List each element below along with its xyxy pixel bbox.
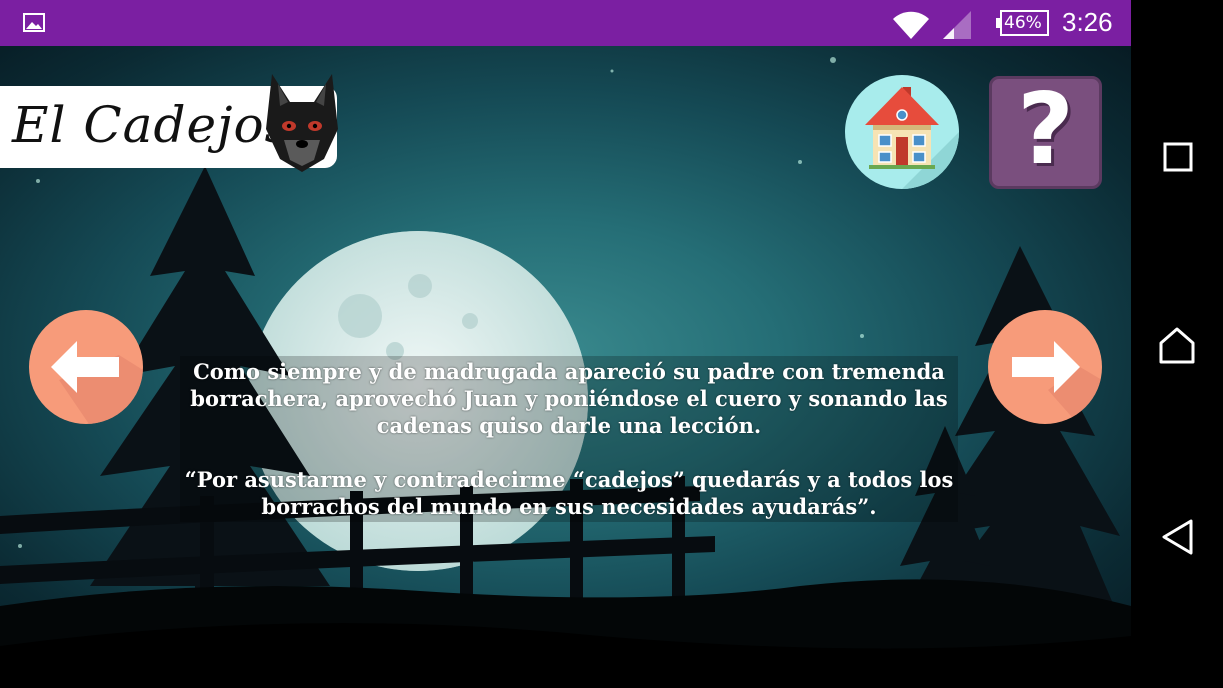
title-badge: El Cadejos	[0, 74, 338, 172]
story-text: Como siempre y de madrugada apareció su …	[180, 358, 958, 520]
story-paragraph-2: “Por asustarme y contradecirme “cadejos”…	[184, 467, 954, 519]
story-title: El Cadejos	[12, 96, 292, 154]
wifi-icon	[893, 11, 929, 39]
recents-icon[interactable]	[1163, 142, 1193, 172]
home-button[interactable]	[845, 75, 959, 189]
clock: 3:26	[1062, 7, 1113, 37]
wolf-icon	[266, 74, 338, 172]
app-screen: 46% 3:26 El Cadejos ? Como siempre y de …	[0, 0, 1223, 688]
house-icon	[865, 87, 959, 189]
next-page-button[interactable]	[988, 310, 1102, 424]
home-icon[interactable]	[1158, 326, 1196, 364]
battery-level: 46%	[1004, 13, 1042, 33]
arrow-left-icon	[51, 341, 143, 424]
android-nav-bar	[1131, 0, 1223, 688]
question-icon: ?	[1017, 76, 1074, 187]
arrow-right-icon	[1012, 341, 1102, 424]
story-text-box: Como siempre y de madrugada apareció su …	[180, 356, 958, 522]
gallery-icon	[23, 13, 45, 32]
story-paragraph-1: Como siempre y de madrugada apareció su …	[190, 359, 948, 438]
signal-icon	[943, 11, 971, 39]
back-icon[interactable]	[1160, 518, 1194, 556]
help-button[interactable]: ?	[989, 76, 1102, 189]
status-bar: 46% 3:26	[0, 0, 1131, 46]
story-scene: El Cadejos ? Como siempre y de madrugada…	[0, 46, 1131, 688]
previous-page-button[interactable]	[29, 310, 143, 424]
